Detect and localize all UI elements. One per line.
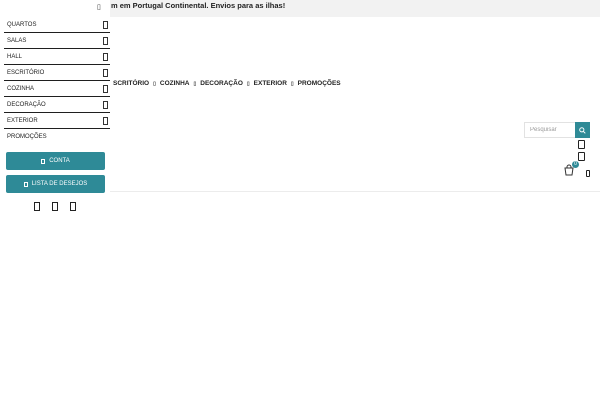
account-button-label: CONTA: [49, 158, 70, 164]
wishlist-button-label: LISTA DE DESEJOS: [31, 181, 88, 187]
chevron-down-icon: ▯: [246, 80, 250, 87]
drawer-item-label: SALAS: [7, 38, 27, 44]
mobile-menu-drawer: ▯ QUARTOS SALAS HALL ESCRITÓRIO COZINHA …: [0, 0, 110, 219]
drawer-item-label: ESCRITÓRIO: [7, 70, 45, 76]
drawer-item-label: PROMOÇÕES: [7, 134, 47, 140]
chevron-right-icon[interactable]: [103, 53, 108, 61]
wishlist-icon[interactable]: [578, 152, 585, 161]
chevron-right-icon[interactable]: [103, 101, 108, 109]
chevron-down-icon: ▯: [290, 80, 294, 87]
nav-item-escritorio[interactable]: SCRITÓRIO: [113, 80, 149, 87]
nav-item-exterior[interactable]: EXTERIOR: [254, 80, 287, 87]
wishlist-button[interactable]: LISTA DE DESEJOS: [6, 175, 105, 193]
drawer-item-label: EXTERIOR: [7, 118, 38, 124]
chevron-down-icon: ▯: [153, 80, 156, 87]
announcement-text: m em Portugal Continental. Envios para a…: [111, 1, 286, 10]
nav-item-decoracao[interactable]: DECORAÇÃO: [200, 80, 243, 87]
main-menu: SCRITÓRIO ▯ COZINHA ▯ DECORAÇÃO ▯ EXTERI…: [113, 80, 341, 87]
instagram-icon[interactable]: [52, 202, 58, 211]
close-icon[interactable]: ▯: [97, 3, 101, 11]
pinterest-icon[interactable]: [70, 202, 76, 211]
search-button[interactable]: [575, 122, 590, 138]
account-button[interactable]: CONTA: [6, 152, 105, 170]
drawer-item-label: HALL: [7, 54, 23, 60]
chevron-down-icon: ▯: [193, 80, 197, 87]
menu-icon[interactable]: [586, 170, 590, 177]
drawer-item-label: COZINHA: [7, 86, 34, 92]
drawer-item-exterior[interactable]: EXTERIOR: [4, 113, 110, 129]
drawer-menu: QUARTOS SALAS HALL ESCRITÓRIO COZINHA DE…: [4, 17, 110, 145]
drawer-item-escritorio[interactable]: ESCRITÓRIO: [4, 65, 110, 81]
heart-icon: [23, 181, 28, 187]
drawer-item-salas[interactable]: SALAS: [4, 33, 110, 49]
drawer-item-hall[interactable]: HALL: [4, 49, 110, 65]
cart-count-badge: 0: [572, 161, 579, 168]
nav-item-cozinha[interactable]: COZINHA: [160, 80, 190, 87]
search-icon: [579, 126, 586, 134]
facebook-icon[interactable]: [34, 202, 40, 211]
chevron-right-icon[interactable]: [103, 117, 108, 125]
drawer-item-decoracao[interactable]: DECORAÇÃO: [4, 97, 110, 113]
search-input[interactable]: [524, 122, 575, 138]
user-icon: [41, 158, 46, 164]
nav-item-promocoes[interactable]: PROMOÇÕES: [298, 80, 341, 87]
chevron-right-icon[interactable]: [103, 21, 108, 29]
drawer-item-quartos[interactable]: QUARTOS: [4, 17, 110, 33]
social-links: [34, 202, 76, 211]
chevron-right-icon[interactable]: [103, 69, 108, 77]
header-divider: [110, 191, 600, 192]
chevron-right-icon[interactable]: [103, 37, 108, 45]
drawer-item-label: DECORAÇÃO: [7, 102, 46, 108]
chevron-right-icon[interactable]: [103, 85, 108, 93]
account-icon[interactable]: [578, 140, 585, 149]
drawer-item-promocoes[interactable]: PROMOÇÕES: [4, 129, 110, 145]
search-form: [524, 122, 590, 138]
drawer-item-cozinha[interactable]: COZINHA: [4, 81, 110, 97]
drawer-item-label: QUARTOS: [7, 22, 37, 28]
